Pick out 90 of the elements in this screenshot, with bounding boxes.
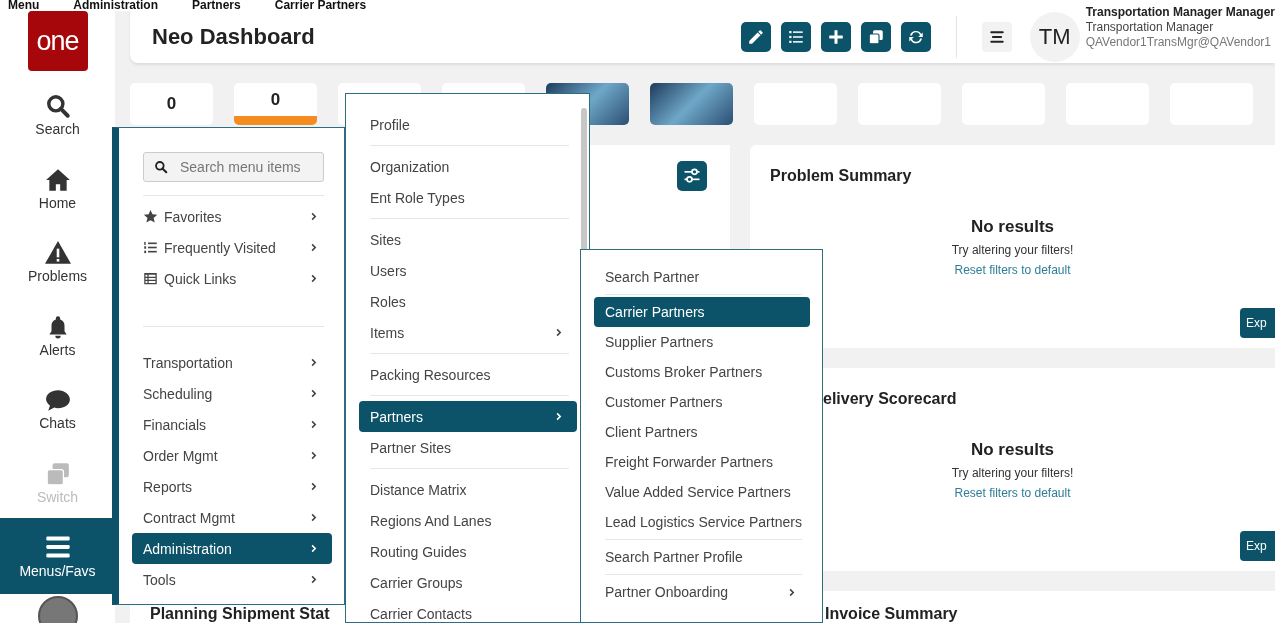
menu-item[interactable]: Client Partners xyxy=(594,417,810,447)
card-title: elivery Scorecard xyxy=(823,390,957,408)
numbered-list-icon xyxy=(143,240,158,255)
copy-icon xyxy=(866,28,885,46)
menu-item[interactable]: Sites xyxy=(359,224,577,255)
nav-item[interactable]: Chats xyxy=(0,387,115,461)
menu-item[interactable]: Favorites xyxy=(132,201,332,232)
search-icon xyxy=(44,93,71,119)
card-title: Planning Shipment Stat xyxy=(150,605,330,623)
empty-state-hint: Try altering your filters! xyxy=(951,466,1074,480)
photo-placeholder[interactable] xyxy=(650,83,733,125)
menu-item[interactable]: Carrier Contacts xyxy=(359,598,577,623)
search-icon xyxy=(154,160,168,174)
logo[interactable]: one xyxy=(27,11,88,71)
menu-item[interactable]: Tools xyxy=(132,564,332,595)
breadcrumb-caption: Carrier Partners xyxy=(274,0,367,11)
menu-item[interactable]: Profile xyxy=(359,109,577,140)
refresh-icon xyxy=(906,28,925,46)
menu-item[interactable]: Partner Onboarding xyxy=(594,577,810,607)
star-icon xyxy=(143,209,158,224)
empty-state-hint: Try altering your filters! xyxy=(951,243,1074,257)
menu-item[interactable]: Search Partner Profile xyxy=(594,542,810,572)
filter-button[interactable] xyxy=(677,161,707,191)
plus-icon xyxy=(826,28,845,46)
breadcrumb-caption: Partners xyxy=(192,0,241,11)
empty-state-title: No results xyxy=(970,217,1055,237)
menu-item[interactable]: Routing Guides xyxy=(359,536,577,567)
menu-item[interactable]: Partners xyxy=(359,401,577,432)
reset-filters-link[interactable]: Reset filters to default xyxy=(954,263,1071,277)
pencil-button[interactable] xyxy=(740,22,771,52)
menu-item[interactable]: Ent Role Types xyxy=(359,182,577,213)
menu-item[interactable]: Partner Sites xyxy=(359,432,577,463)
menu-item[interactable]: Distance Matrix xyxy=(359,474,577,505)
count-tile[interactable]: 0 xyxy=(234,83,317,125)
menu-item[interactable]: Roles xyxy=(359,286,577,317)
menu-item[interactable]: Freight Forwarder Partners xyxy=(594,447,810,477)
count-tile[interactable]: 0 xyxy=(130,83,213,125)
sliders-icon xyxy=(682,166,702,186)
nav-item[interactable]: Problems xyxy=(0,240,115,314)
menu-item[interactable]: Supplier Partners xyxy=(594,327,810,357)
nav-item[interactable]: Home xyxy=(0,166,115,240)
menu-item[interactable]: Administration xyxy=(132,533,332,564)
list-icon xyxy=(786,28,805,46)
user-avatar[interactable]: TM xyxy=(1029,12,1080,62)
card-title: Invoice Summary xyxy=(825,605,958,623)
nav-item[interactable]: Search xyxy=(0,93,115,167)
refresh-button[interactable] xyxy=(900,22,931,52)
menu-item[interactable]: Scheduling xyxy=(132,378,332,409)
warning-icon xyxy=(44,240,71,266)
copy-button[interactable] xyxy=(860,22,891,52)
menu-search-field[interactable]: Search menu items xyxy=(143,152,324,182)
table-icon xyxy=(143,271,158,286)
menu-item[interactable]: Items xyxy=(359,317,577,348)
menu-item[interactable]: Financials xyxy=(132,409,332,440)
list-button[interactable] xyxy=(780,22,811,52)
menu-item[interactable]: Carrier Groups xyxy=(359,567,577,598)
menu-item[interactable]: Quick Links xyxy=(132,263,332,294)
speech-bubble-icon xyxy=(44,387,71,413)
stacked-windows-icon xyxy=(44,460,71,487)
user-role: Transportation Manager xyxy=(1085,20,1215,35)
menu-item[interactable]: Customs Broker Partners xyxy=(594,357,810,387)
menu-item[interactable]: Order Mgmt xyxy=(132,440,332,471)
user-name: Transportation Manager Manager xyxy=(1085,5,1275,20)
export-button[interactable]: Exp xyxy=(1240,531,1275,561)
nav-item[interactable]: Menus/Favs xyxy=(0,518,115,594)
page-title: Neo Dashboard xyxy=(152,24,316,50)
menu-item[interactable]: Reports xyxy=(132,471,332,502)
user-login: QAVendor1TransMgr@QAVendor1 xyxy=(1085,35,1272,50)
menu-item[interactable]: Customer Partners xyxy=(594,387,810,417)
menu-item[interactable]: Organization xyxy=(359,151,577,182)
plus-button[interactable] xyxy=(820,22,851,52)
menu-item[interactable]: Value Added Service Partners xyxy=(594,477,810,507)
menu-item[interactable]: Frequently Visited xyxy=(132,232,332,263)
menu-button[interactable] xyxy=(981,22,1012,52)
card-title: Problem Summary xyxy=(770,167,912,185)
menu-item[interactable]: Regions And Lanes xyxy=(359,505,577,536)
reset-filters-link[interactable]: Reset filters to default xyxy=(954,486,1071,500)
menu-item[interactable]: Search Partner xyxy=(594,262,810,292)
empty-state-title: No results xyxy=(970,440,1055,460)
breadcrumb-caption: Menu xyxy=(8,0,40,11)
menu-item[interactable]: Transportation xyxy=(132,347,332,378)
nav-item[interactable]: Alerts xyxy=(0,313,115,387)
breadcrumb-caption: Administration xyxy=(73,0,158,11)
pencil-icon xyxy=(746,28,765,46)
menu-item[interactable]: Lead Logistics Service Partners xyxy=(594,507,810,537)
menu-item[interactable]: Users xyxy=(359,255,577,286)
menu-item[interactable]: Contract Mgmt xyxy=(132,502,332,533)
menu-item[interactable]: Packing Resources xyxy=(359,359,577,390)
menu-item[interactable]: Carrier Partners xyxy=(594,297,810,327)
export-button[interactable]: Exp xyxy=(1240,308,1275,338)
